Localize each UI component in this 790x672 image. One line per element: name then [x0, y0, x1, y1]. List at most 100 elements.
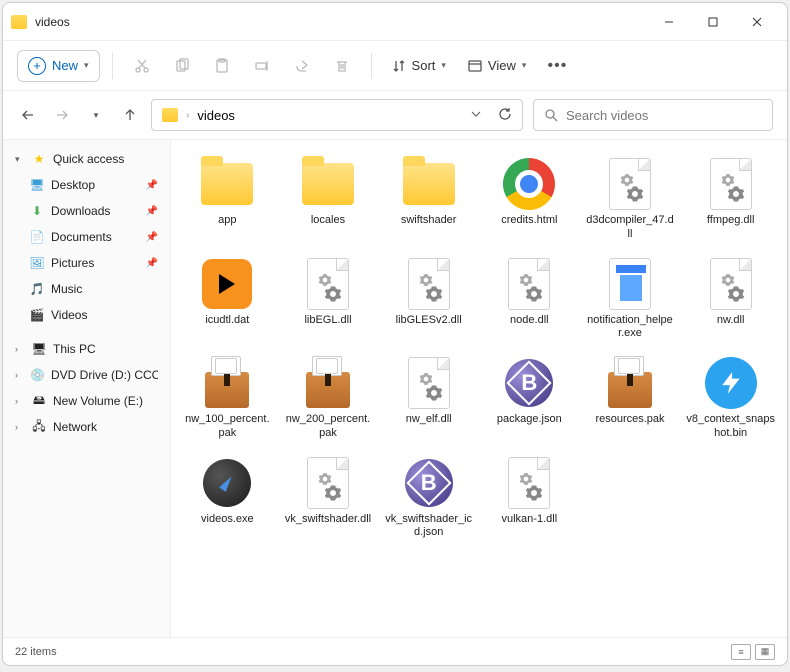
file-label: swiftshader: [401, 214, 457, 228]
sidebar-item-music[interactable]: 🎵 Music: [21, 276, 166, 302]
file-item[interactable]: icudtl.dat: [179, 252, 276, 346]
delete-icon[interactable]: [325, 51, 359, 81]
dvd-icon: 💿: [30, 367, 45, 383]
minimize-button[interactable]: [647, 6, 691, 38]
file-item[interactable]: notification_helper.exe: [582, 252, 679, 346]
rename-icon[interactable]: [245, 51, 279, 81]
sidebar-item-pictures[interactable]: 🖼 Pictures 📌: [21, 250, 166, 276]
paste-icon[interactable]: [205, 51, 239, 81]
file-label: d3dcompiler_47.dll: [586, 214, 675, 242]
search-input[interactable]: Search videos: [533, 99, 773, 131]
view-button[interactable]: View ▾: [460, 58, 534, 73]
share-icon[interactable]: [285, 51, 319, 81]
file-item[interactable]: swiftshader: [380, 152, 477, 246]
titlebar[interactable]: videos: [3, 3, 787, 41]
plus-icon: +: [28, 57, 46, 75]
recent-button[interactable]: ▾: [85, 104, 107, 126]
sidebar-item-desktop[interactable]: 🖥 Desktop 📌: [21, 172, 166, 198]
file-label: nw_elf.dll: [406, 413, 452, 427]
chevron-right-icon: ›: [15, 396, 25, 406]
sidebar-item-dvd[interactable]: › 💿 DVD Drive (D:) CCCC: [7, 362, 166, 388]
address-bar[interactable]: › videos: [151, 99, 523, 131]
file-label: credits.html: [501, 214, 557, 228]
sidebar-item-network[interactable]: › 🖧 Network: [7, 414, 166, 440]
file-item[interactable]: nw_elf.dll: [380, 351, 477, 445]
videos-icon: 🎬: [29, 307, 45, 323]
sidebar-item-quick-access[interactable]: ▾ ★ Quick access: [7, 146, 166, 172]
file-item[interactable]: app: [179, 152, 276, 246]
window-title: videos: [35, 15, 647, 29]
back-button[interactable]: [17, 104, 39, 126]
file-item[interactable]: d3dcompiler_47.dll: [582, 152, 679, 246]
chevron-down-icon: ▾: [441, 60, 446, 71]
file-label: vk_swiftshader.dll: [285, 513, 371, 527]
chevron-down-icon: ▾: [522, 60, 527, 71]
file-item[interactable]: nw.dll: [682, 252, 779, 346]
file-label: icudtl.dat: [205, 314, 249, 328]
new-label: New: [52, 58, 78, 73]
file-label: vulkan-1.dll: [502, 513, 558, 527]
file-item[interactable]: Bvk_swiftshader_icd.json: [380, 451, 477, 545]
file-item[interactable]: vulkan-1.dll: [481, 451, 578, 545]
cut-icon[interactable]: [125, 51, 159, 81]
pak-icon: [300, 355, 356, 411]
new-button[interactable]: + New ▾: [17, 50, 100, 82]
pin-icon: 📌: [146, 232, 158, 243]
copy-icon[interactable]: [165, 51, 199, 81]
sidebar-item-documents[interactable]: 📄 Documents 📌: [21, 224, 166, 250]
maximize-button[interactable]: [691, 6, 735, 38]
file-label: v8_context_snapshot.bin: [686, 413, 775, 441]
file-item[interactable]: resources.pak: [582, 351, 679, 445]
chevron-right-icon: ›: [15, 422, 25, 432]
folder-icon: [162, 108, 178, 122]
refresh-button[interactable]: [498, 107, 512, 124]
more-icon[interactable]: •••: [540, 51, 574, 81]
sidebar-label: This PC: [53, 342, 96, 356]
file-label: app: [218, 214, 236, 228]
music-icon: 🎵: [29, 281, 45, 297]
up-button[interactable]: [119, 104, 141, 126]
icons-view-button[interactable]: ▦: [755, 644, 775, 660]
sidebar-item-downloads[interactable]: ⬇ Downloads 📌: [21, 198, 166, 224]
item-count: 22 items: [15, 646, 57, 658]
sidebar-item-newvolume[interactable]: › 🖴 New Volume (E:): [7, 388, 166, 414]
file-label: resources.pak: [595, 413, 664, 427]
sidebar-label: New Volume (E:): [53, 394, 143, 408]
file-item[interactable]: locales: [280, 152, 377, 246]
file-item[interactable]: ffmpeg.dll: [682, 152, 779, 246]
chevron-down-icon: ▾: [15, 154, 25, 165]
sidebar-label: Videos: [51, 308, 87, 322]
file-item[interactable]: vk_swiftshader.dll: [280, 451, 377, 545]
file-item[interactable]: nw_100_percent.pak: [179, 351, 276, 445]
file-item[interactable]: nw_200_percent.pak: [280, 351, 377, 445]
desktop-icon: 🖥: [29, 177, 45, 193]
files-pane[interactable]: app locales swiftshader credits.html d3dcomp…: [171, 140, 787, 637]
address-row: ▾ › videos Search videos: [3, 91, 787, 139]
sidebar-item-videos[interactable]: 🎬 Videos: [21, 302, 166, 328]
file-item[interactable]: libEGL.dll: [280, 252, 377, 346]
file-label: libEGL.dll: [304, 314, 351, 328]
sort-button[interactable]: Sort ▾: [384, 58, 454, 73]
dropdown-icon[interactable]: [470, 108, 482, 123]
file-item[interactable]: Bpackage.json: [481, 351, 578, 445]
file-item[interactable]: node.dll: [481, 252, 578, 346]
downloads-icon: ⬇: [29, 203, 45, 219]
breadcrumb-segment[interactable]: videos: [197, 108, 235, 123]
close-button[interactable]: [735, 6, 779, 38]
pak-icon: [602, 355, 658, 411]
sidebar-item-thispc[interactable]: › 🖥 This PC: [7, 336, 166, 362]
pictures-icon: 🖼: [29, 255, 45, 271]
dll-icon: [300, 455, 356, 511]
details-view-button[interactable]: ≡: [731, 644, 751, 660]
sidebar-label: Downloads: [51, 204, 110, 218]
file-item[interactable]: v8_context_snapshot.bin: [682, 351, 779, 445]
file-item[interactable]: videos.exe: [179, 451, 276, 545]
status-bar: 22 items ≡ ▦: [3, 637, 787, 665]
forward-button[interactable]: [51, 104, 73, 126]
chevron-right-icon: ›: [15, 344, 25, 354]
file-item[interactable]: credits.html: [481, 152, 578, 246]
sidebar-label: Quick access: [53, 152, 124, 166]
chevron-right-icon: ›: [186, 110, 189, 121]
file-item[interactable]: libGLESv2.dll: [380, 252, 477, 346]
sidebar-label: Music: [51, 282, 82, 296]
